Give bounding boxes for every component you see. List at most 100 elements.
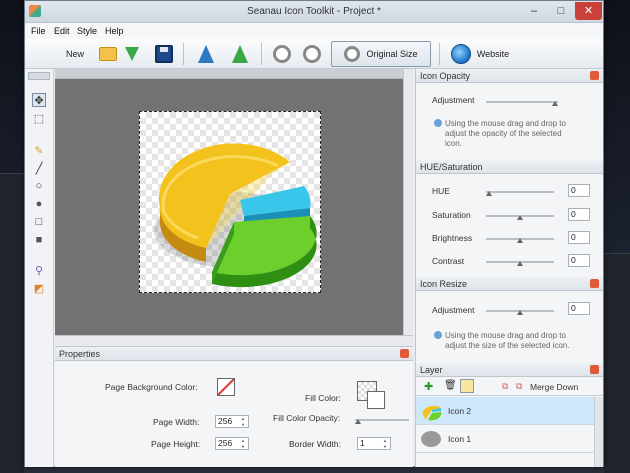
lock-icon[interactable] xyxy=(460,379,474,393)
icon-page[interactable] xyxy=(139,111,321,293)
eyedropper-icon[interactable]: ⚲ xyxy=(32,263,46,277)
page-bg-color-label: Page Background Color: xyxy=(105,382,198,392)
minimize-button[interactable]: – xyxy=(520,2,548,20)
layer-name: Icon 2 xyxy=(448,406,472,416)
export-blue-button[interactable] xyxy=(195,41,217,67)
layer-item[interactable]: Icon 2 xyxy=(416,397,594,425)
layer-scrollbar[interactable] xyxy=(594,397,603,467)
menu-edit[interactable]: Edit xyxy=(54,26,70,36)
icon-resize-title: Icon Resize xyxy=(420,279,468,289)
zoom-in-button[interactable] xyxy=(271,41,293,67)
merge-icon[interactable]: ⧉ xyxy=(516,381,522,392)
opacity-adjustment-label: Adjustment xyxy=(432,95,475,105)
rectangle-icon[interactable]: □ xyxy=(32,215,46,229)
maximize-button[interactable]: □ xyxy=(547,2,575,20)
layer-item[interactable]: Icon 1 xyxy=(416,425,594,453)
line-icon[interactable]: ╱ xyxy=(32,161,46,175)
slider-thumb[interactable] xyxy=(517,310,523,315)
resize-hint-line2: adjust the size of the selected icon. xyxy=(445,341,570,350)
resize-hint: Using the mouse drag and drop to adjust … xyxy=(434,331,570,351)
border-width-stepper[interactable]: 1 xyxy=(357,437,391,450)
border-color-swatch[interactable] xyxy=(367,391,385,409)
layer-close-icon[interactable] xyxy=(590,365,599,374)
brightness-value[interactable]: 0 xyxy=(568,231,590,244)
properties-panel: Properties Page Background Color: Page W… xyxy=(55,346,413,467)
fill-opacity-slider[interactable] xyxy=(355,417,409,424)
canvas-horizontal-scrollbar[interactable] xyxy=(55,335,413,345)
contrast-value[interactable]: 0 xyxy=(568,254,590,267)
website-button[interactable]: Website xyxy=(445,41,515,67)
new-button[interactable]: New xyxy=(55,41,95,67)
delete-icon[interactable]: 🗑 xyxy=(444,380,457,391)
toolbar: New Original Size Website xyxy=(25,39,603,69)
original-size-icon xyxy=(344,46,361,62)
eraser-icon[interactable]: ◩ xyxy=(32,281,46,295)
properties-close-icon[interactable] xyxy=(400,349,409,358)
hue-saturation-title: HUE/Saturation xyxy=(420,162,483,172)
slider-thumb[interactable] xyxy=(355,419,361,424)
slider-thumb[interactable] xyxy=(517,261,523,266)
brightness-slider[interactable] xyxy=(486,236,554,243)
page-bg-color-swatch[interactable] xyxy=(217,378,235,396)
original-size-label: Original Size xyxy=(366,49,418,59)
saturation-slider[interactable] xyxy=(486,213,554,220)
page-width-stepper[interactable]: 256 xyxy=(215,415,249,428)
layer-header: Layer xyxy=(416,363,603,377)
slider-thumb[interactable] xyxy=(517,215,523,220)
fill-color-label: Fill Color: xyxy=(305,393,341,403)
icon-opacity-title: Icon Opacity xyxy=(420,71,471,81)
canvas-area[interactable] xyxy=(55,69,413,335)
open-button[interactable] xyxy=(97,41,119,67)
menu-style[interactable]: Style xyxy=(77,26,97,36)
import-button[interactable] xyxy=(121,41,143,67)
new-label: New xyxy=(65,49,84,59)
slider-thumb[interactable] xyxy=(552,101,558,106)
pencil-icon[interactable]: ✎ xyxy=(32,143,46,157)
opacity-adjustment-slider[interactable] xyxy=(486,99,558,106)
hue-saturation-header: HUE/Saturation xyxy=(416,160,603,174)
contrast-slider[interactable] xyxy=(486,259,554,266)
pie-chart-icon-image xyxy=(154,143,317,288)
website-label: Website xyxy=(476,49,510,59)
merge-down-button[interactable]: Merge Down xyxy=(530,382,578,392)
select-tool-icon[interactable]: ⬚ xyxy=(32,111,46,125)
original-size-button[interactable]: Original Size xyxy=(331,41,431,67)
menu-file[interactable]: File xyxy=(31,26,46,36)
save-icon xyxy=(155,45,173,63)
opacity-hint-line1: Using the mouse drag and drop to xyxy=(445,119,566,128)
canvas-top-strip xyxy=(55,69,403,79)
properties-title: Properties xyxy=(59,349,101,359)
hue-value[interactable]: 0 xyxy=(568,184,590,197)
resize-adjustment-value[interactable]: 0 xyxy=(568,302,590,315)
filled-rectangle-icon[interactable]: ■ xyxy=(32,233,46,247)
export-blue-icon xyxy=(198,45,214,63)
icon-opacity-close-icon[interactable] xyxy=(590,71,599,80)
toolbar-separator xyxy=(183,43,184,65)
menu-help[interactable]: Help xyxy=(105,26,124,36)
filled-ellipse-icon[interactable]: ● xyxy=(32,197,46,211)
saturation-value[interactable]: 0 xyxy=(568,208,590,221)
move-tool-icon[interactable]: ✥ xyxy=(32,93,46,107)
add-icon[interactable]: ✚ xyxy=(424,380,433,393)
hue-slider[interactable] xyxy=(486,189,554,196)
layer-thumbnail xyxy=(422,405,442,421)
slider-thumb[interactable] xyxy=(517,238,523,243)
app-window: Seanau Icon Toolkit - Project * – □ ✕ Fi… xyxy=(24,0,604,467)
close-button[interactable]: ✕ xyxy=(575,2,602,20)
ellipse-icon[interactable]: ○ xyxy=(32,179,46,193)
slider-track xyxy=(355,419,409,421)
zoom-out-button[interactable] xyxy=(301,41,323,67)
tools-panel: ✥ ⬚ ✎ ╱ ○ ● □ ■ ⚲ ◩ xyxy=(25,69,54,467)
export-green-button[interactable] xyxy=(229,41,251,67)
properties-header: Properties xyxy=(55,347,413,361)
page-height-stepper[interactable]: 256 xyxy=(215,437,249,450)
slider-thumb[interactable] xyxy=(486,191,492,196)
page-height-label: Page Height: xyxy=(151,439,201,449)
duplicate-icon[interactable]: ⧉ xyxy=(502,381,508,392)
layer-name: Icon 1 xyxy=(448,434,472,444)
save-button[interactable] xyxy=(153,41,175,67)
icon-resize-close-icon[interactable] xyxy=(590,279,599,288)
resize-adjustment-slider[interactable] xyxy=(486,308,554,315)
canvas-vertical-scrollbar[interactable] xyxy=(403,69,413,335)
brightness-label: Brightness xyxy=(432,233,473,243)
